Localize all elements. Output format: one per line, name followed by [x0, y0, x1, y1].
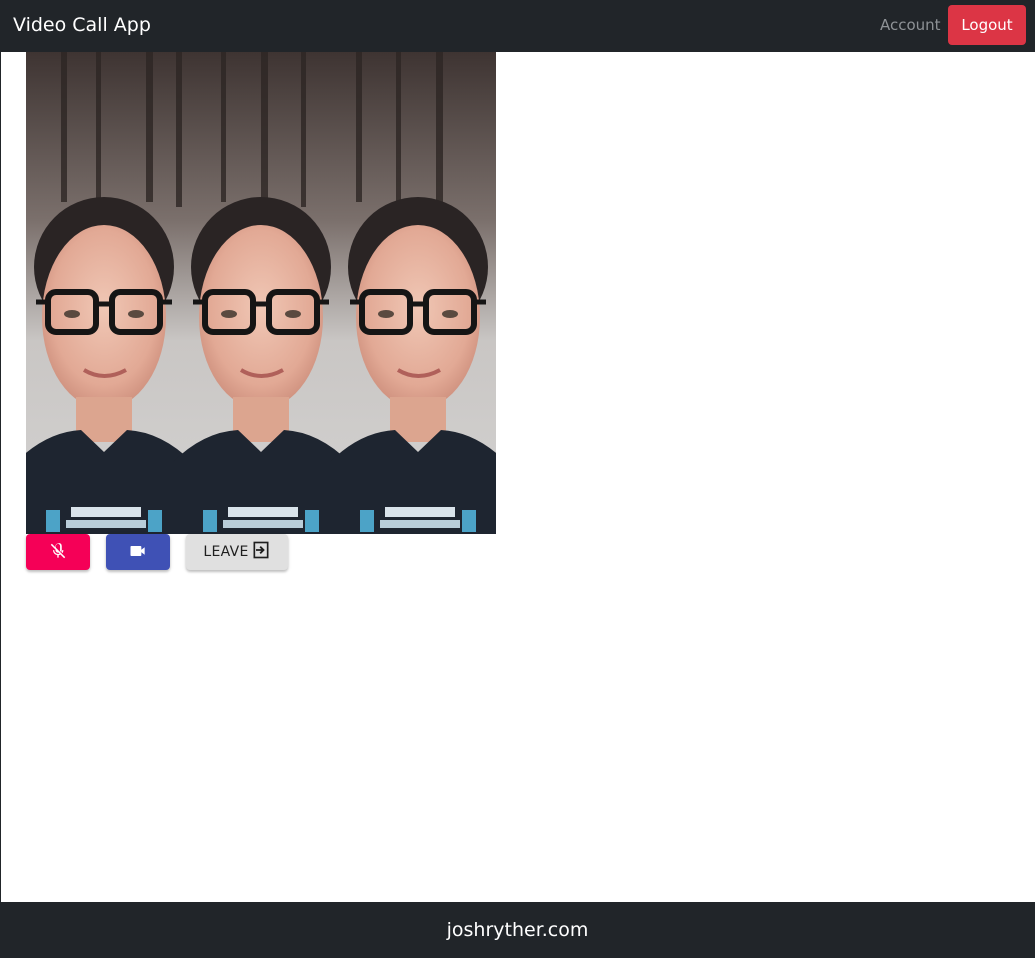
leave-call-button[interactable]: LEAVE [186, 534, 288, 570]
footer-site-link[interactable]: joshryther.com [0, 902, 1035, 958]
app-brand[interactable]: Video Call App [13, 0, 151, 50]
mic-off-icon [48, 541, 68, 564]
participant-video [26, 52, 496, 534]
top-navbar: Video Call App Account Logout [0, 0, 1035, 52]
page-footer: joshryther.com [0, 902, 1035, 958]
mute-mic-button[interactable] [26, 534, 90, 570]
account-link[interactable]: Account [880, 0, 941, 50]
exit-icon [251, 540, 271, 564]
leave-label: LEAVE [203, 544, 249, 560]
videocam-icon [128, 541, 148, 564]
main-content: LEAVE [0, 52, 1035, 902]
logout-button[interactable]: Logout [948, 5, 1026, 45]
video-frame [26, 52, 496, 534]
toggle-camera-button[interactable] [106, 534, 170, 570]
